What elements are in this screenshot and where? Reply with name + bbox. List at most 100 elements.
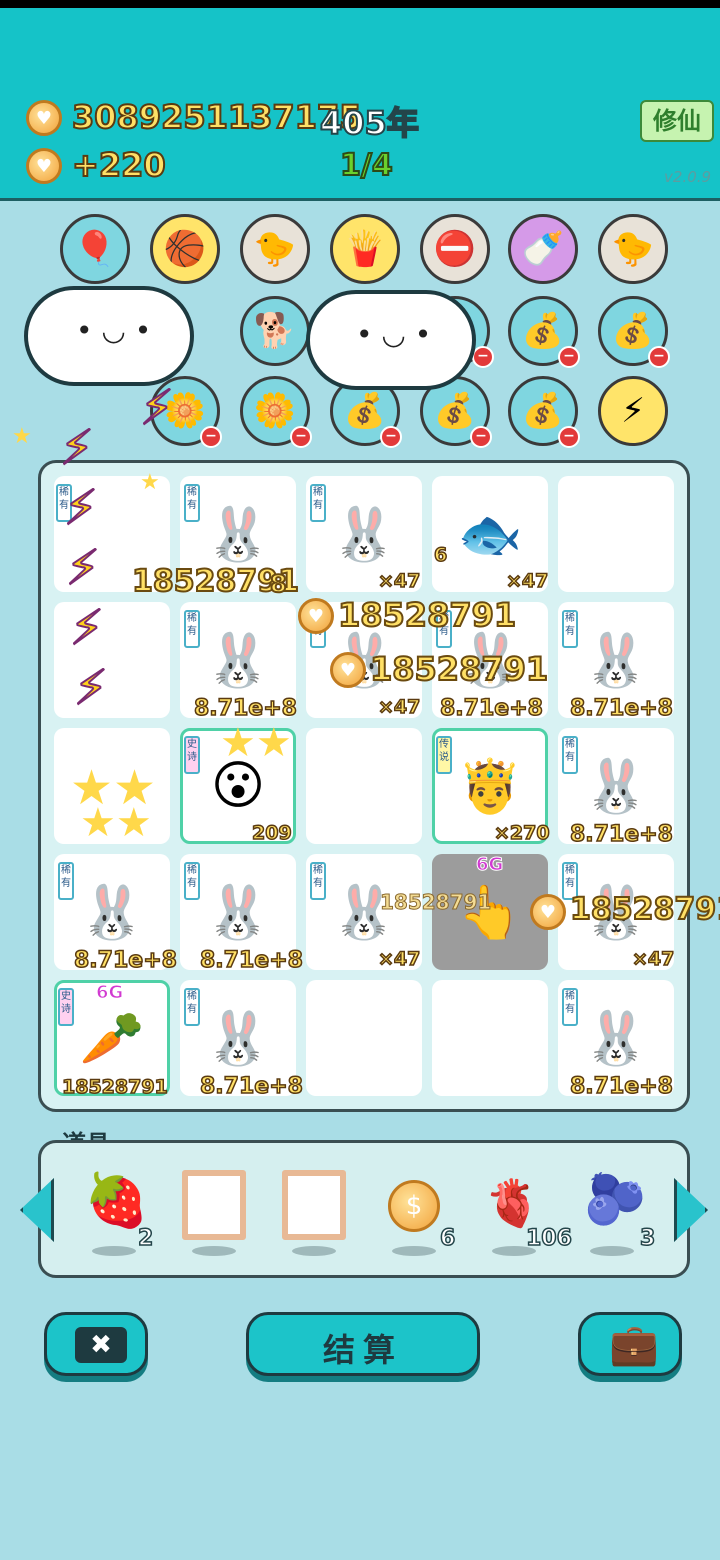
- gold-popup: 18528791: [337, 595, 517, 635]
- shadow: [392, 1246, 436, 1256]
- minus-icon[interactable]: −: [558, 426, 580, 448]
- board-cell-r5c4[interactable]: [432, 980, 548, 1096]
- lightning-icon: ⚡: [63, 479, 99, 537]
- minus-icon[interactable]: −: [290, 426, 312, 448]
- shadow: [590, 1246, 634, 1256]
- rarity-tag: 稀有: [562, 988, 578, 1026]
- no-entry-icon[interactable]: ⛔: [420, 214, 490, 284]
- lightning-icon: ⚡: [139, 379, 175, 437]
- minus-icon[interactable]: −: [200, 426, 222, 448]
- dollar-coin-icon[interactable]: $: [388, 1180, 440, 1232]
- cell-count: ×47: [631, 947, 675, 971]
- settle-label: 结算: [322, 1331, 403, 1369]
- cell-value: 18528791: [61, 1075, 168, 1099]
- cell-count: ×47: [377, 947, 421, 971]
- level-badge: 6G: [95, 982, 124, 1004]
- gold-popup: 18528791: [369, 649, 549, 689]
- minus-icon[interactable]: −: [380, 426, 402, 448]
- chick-egg-icon[interactable]: 🐤: [240, 214, 310, 284]
- board-cell-r5c3[interactable]: [306, 980, 422, 1096]
- cell-value: 8.71e+8: [439, 695, 543, 722]
- gold-coin-icon: ♥: [298, 598, 334, 634]
- bottle-icon[interactable]: 🍼: [508, 214, 578, 284]
- empty-frame-icon[interactable]: [282, 1170, 346, 1240]
- minus-icon[interactable]: −: [472, 346, 494, 368]
- lightning-skill-icon[interactable]: ⚡: [598, 376, 668, 446]
- pump-icon[interactable]: 🎈: [60, 214, 130, 284]
- rarity-tag: 传说: [436, 736, 452, 774]
- dog-icon[interactable]: 🐕: [240, 296, 310, 366]
- cell-count: ×47: [505, 569, 549, 593]
- shadow: [92, 1246, 136, 1256]
- gold-coin-icon: ♥: [530, 894, 566, 930]
- settle-button[interactable]: 结算: [246, 1312, 480, 1376]
- gold-popup: 18528791: [569, 891, 720, 928]
- rarity-tag: 稀有: [184, 610, 200, 648]
- cloud-face-icon: • ◡ •: [356, 318, 432, 351]
- shadow: [492, 1246, 536, 1256]
- close-button[interactable]: ✖: [44, 1312, 148, 1376]
- minus-icon[interactable]: −: [648, 346, 670, 368]
- board-cell-r1c5[interactable]: [558, 476, 674, 592]
- gold-total: 3089251137175: [71, 97, 362, 137]
- xiuxian-button[interactable]: 修仙: [640, 100, 714, 142]
- cloud-face-icon: • ◡ •: [76, 314, 152, 347]
- status-bar: [0, 0, 720, 8]
- minus-icon[interactable]: −: [558, 346, 580, 368]
- rarity-tag: 稀有: [184, 862, 200, 900]
- briefcase-icon: 💼: [609, 1322, 659, 1368]
- rarity-tag: 稀有: [310, 862, 326, 900]
- prop-count: 3: [639, 1225, 656, 1252]
- gold-popup-faded: 18528791: [379, 890, 492, 915]
- cell-value: 8.71e+8: [193, 695, 297, 722]
- cell-value: 8.71e+8: [73, 947, 177, 974]
- gold-rate-icon: ♥: [26, 148, 62, 184]
- lightning-icon: ⚡: [73, 659, 109, 717]
- prop-count: 2: [137, 1225, 154, 1252]
- chick-egg-icon-2[interactable]: 🐤: [598, 214, 668, 284]
- cell-count: ×47: [377, 695, 421, 719]
- bag-button[interactable]: 💼: [578, 1312, 682, 1376]
- star-icon: ★: [140, 470, 160, 495]
- gold-coin-icon: ♥: [330, 652, 366, 688]
- prop-count: 6: [439, 1225, 456, 1252]
- empty-frame-icon[interactable]: [182, 1170, 246, 1240]
- props-right-arrow[interactable]: [674, 1178, 708, 1242]
- shadow: [192, 1246, 236, 1256]
- liver-icon[interactable]: 🫀: [484, 1176, 541, 1231]
- rarity-tag: 稀有: [310, 484, 326, 522]
- fries-icon[interactable]: 🍟: [330, 214, 400, 284]
- star-icon: ★★: [80, 800, 152, 846]
- gold-popup-partial: 8: [269, 569, 288, 599]
- gold-rate: +220: [71, 145, 167, 185]
- fish-level: 6: [433, 543, 448, 567]
- cell-count: 209: [251, 821, 292, 845]
- cell-value: 8.71e+8: [199, 1073, 303, 1100]
- minus-icon[interactable]: −: [470, 426, 492, 448]
- bayberry-icon[interactable]: 🫐: [584, 1170, 646, 1229]
- rarity-tag: 史诗: [58, 988, 74, 1026]
- prop-count: 106: [525, 1225, 572, 1252]
- rarity-tag: 稀有: [184, 484, 200, 522]
- year-label: 405年: [319, 103, 420, 143]
- cell-value: 8.71e+8: [199, 947, 303, 974]
- basketballs-icon[interactable]: 🏀: [150, 214, 220, 284]
- cell-count: ×270: [493, 821, 550, 845]
- strawberry-icon[interactable]: 🍓: [84, 1170, 149, 1231]
- gold-coin-icon: ♥: [26, 100, 62, 136]
- version-label: v2.0.9: [664, 168, 712, 186]
- rarity-tag: 稀有: [184, 988, 200, 1026]
- shadow: [292, 1246, 336, 1256]
- rarity-tag: 稀有: [562, 610, 578, 648]
- lightning-icon: ⚡: [69, 599, 105, 657]
- lightning-icon: ⚡: [65, 539, 101, 597]
- board-cell-r3c3[interactable]: [306, 728, 422, 844]
- rarity-tag: 稀有: [58, 862, 74, 900]
- cell-count: ×47: [377, 569, 421, 593]
- level-badge: 6G: [475, 854, 504, 876]
- stage-indicator: 1/4: [339, 147, 394, 184]
- close-icon: ✖: [75, 1327, 127, 1363]
- cell-value: 8.71e+8: [569, 821, 673, 848]
- props-left-arrow[interactable]: [20, 1178, 54, 1242]
- cell-value: 8.71e+8: [569, 695, 673, 722]
